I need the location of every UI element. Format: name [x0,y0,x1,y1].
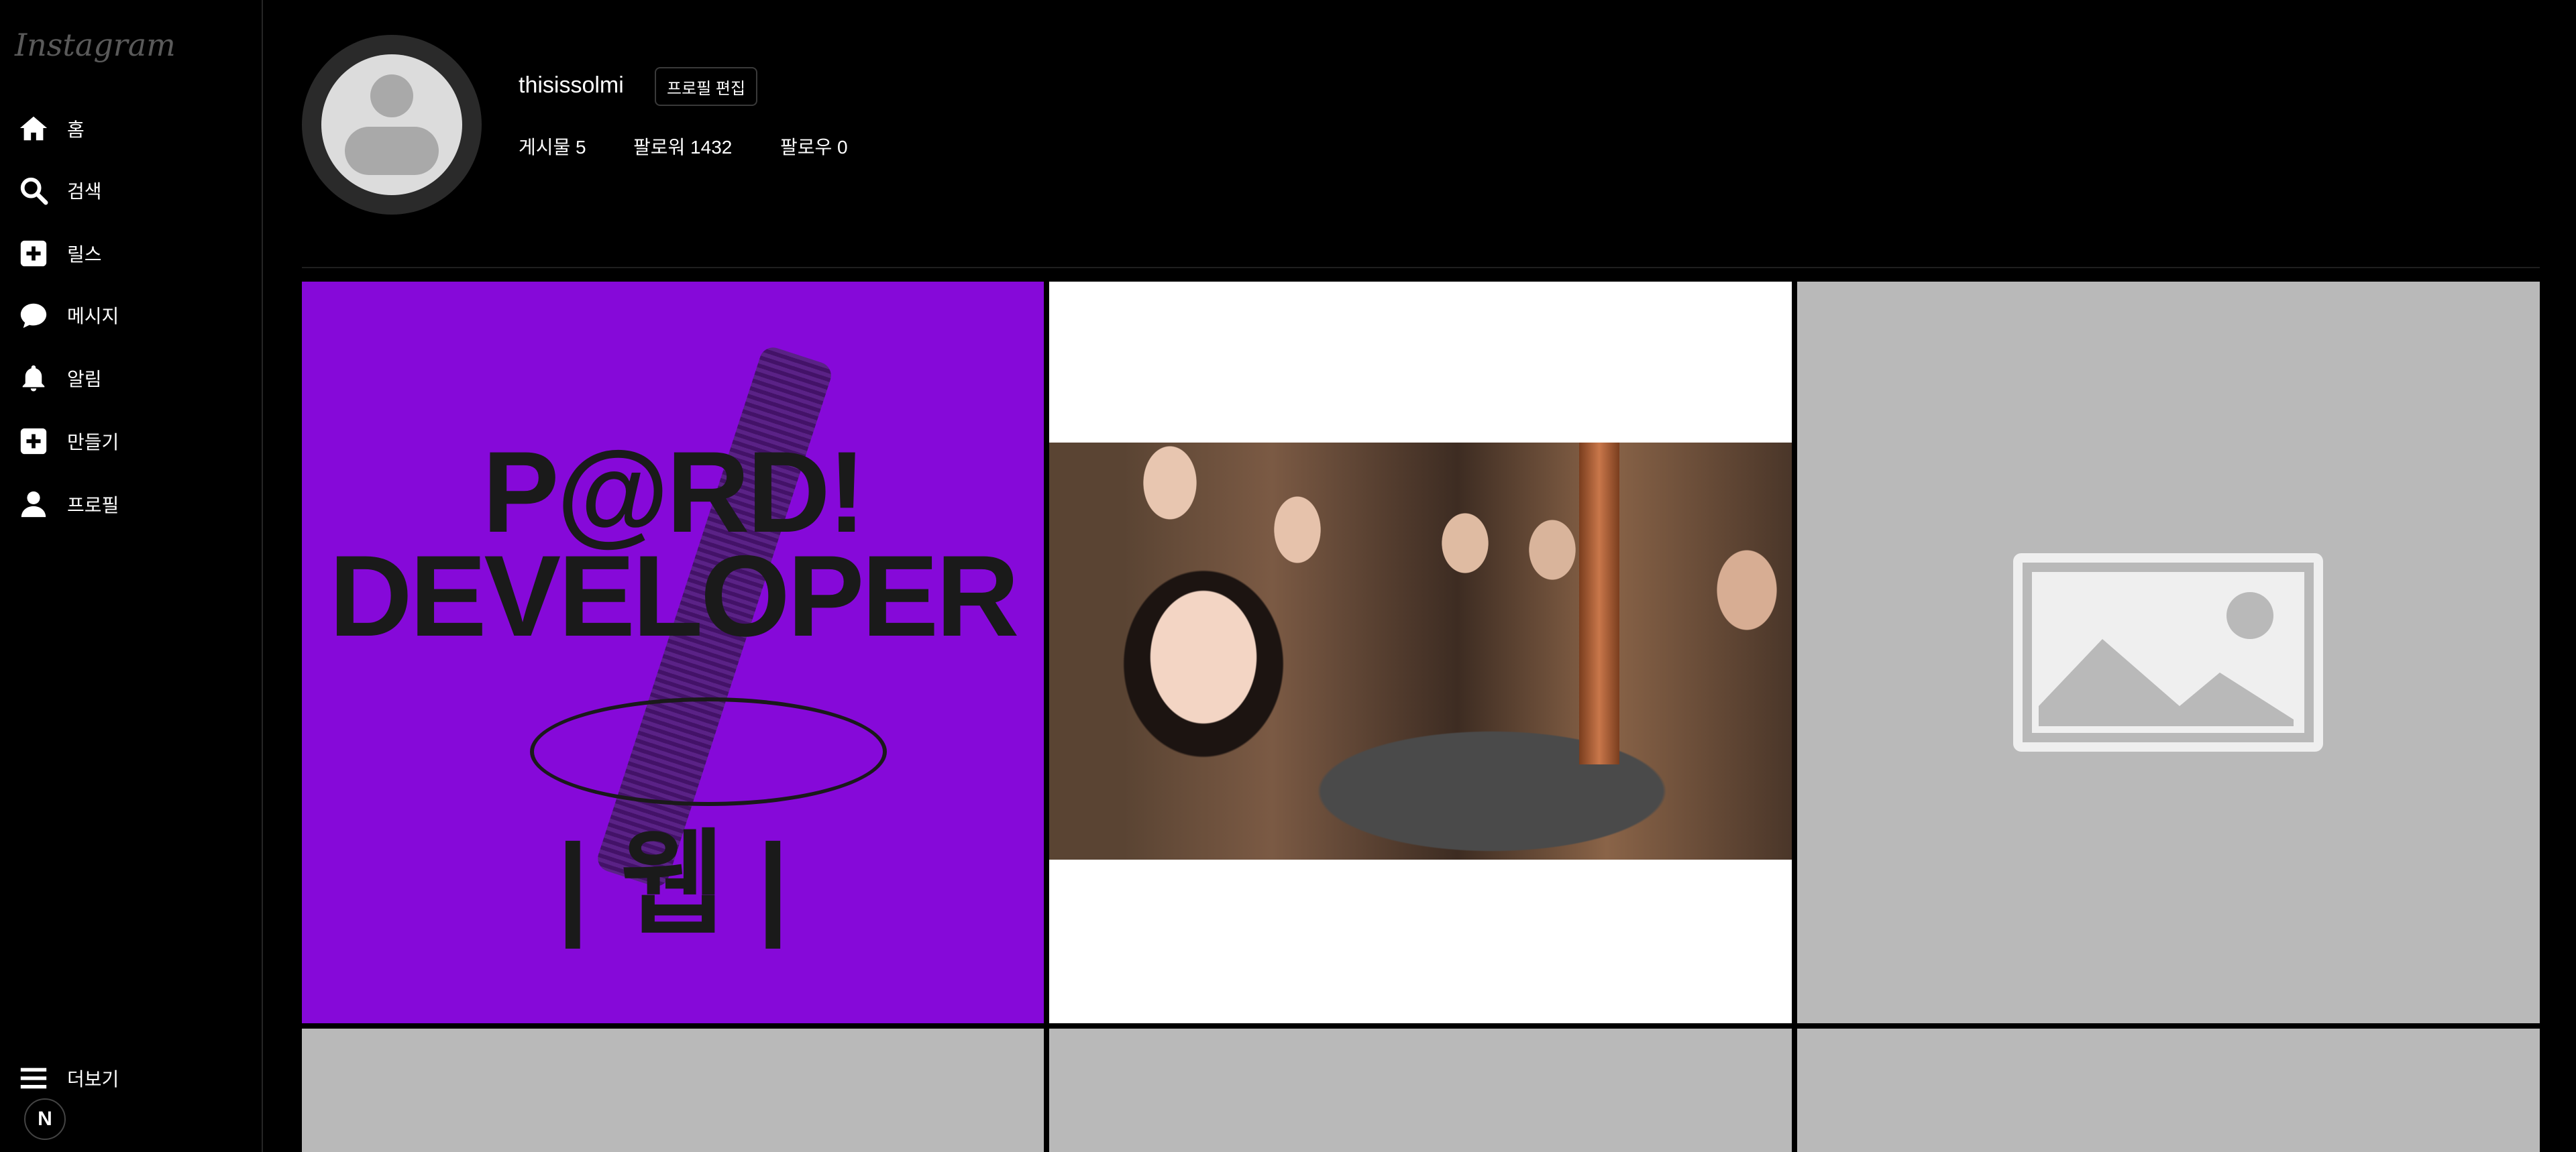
divider [302,267,2540,268]
edit-profile-button[interactable]: 프로필 편집 [655,67,758,106]
sidebar-item-label: 홈 [67,119,85,140]
home-icon [17,113,50,145]
bell-icon [17,362,50,394]
sidebar-item-more[interactable]: 더보기 [17,1058,119,1098]
plus-square-icon [17,425,50,457]
sidebar-item-search[interactable]: 검색 [17,170,102,211]
sidebar-item-create[interactable]: 만들기 [17,421,119,461]
sidebar-item-label: 더보기 [67,1069,119,1090]
sidebar-item-label: 프로필 [67,495,119,516]
default-avatar-icon [321,54,462,195]
post-tile[interactable] [1049,1029,1792,1152]
sidebar-item-label: 알림 [67,369,102,390]
post-tile[interactable] [302,1029,1044,1152]
sidebar-item-label: 릴스 [67,244,102,265]
profile-username: thisissolmi [519,72,624,98]
post-tile[interactable] [1797,282,2540,1023]
followers-count[interactable]: 팔로워 1432 [633,133,732,160]
sidebar-item-label: 검색 [67,181,102,202]
avatar[interactable] [302,35,482,215]
sidebar-item-profile[interactable]: 프로필 [17,484,119,524]
instagram-logo[interactable]: Instagram [15,27,176,63]
menu-icon [17,1062,50,1094]
plus-square-icon [17,237,50,270]
poster-title-line: DEVELOPER [329,532,1020,660]
sidebar-item-label: 메시지 [67,306,119,327]
user-icon [17,488,50,520]
image-placeholder-icon [2013,553,2323,752]
sidebar-item-messages[interactable]: 메시지 [17,295,119,335]
dev-badge[interactable]: N [24,1098,66,1140]
group-photo [1049,443,1792,860]
posts-count: 게시물 5 [519,137,586,158]
photo-pillar [1579,443,1619,764]
sidebar-item-notifications[interactable]: 알림 [17,358,102,398]
sidebar-item-label: 만들기 [67,432,119,453]
sidebar: Instagram 홈 검색 릴스 메시지 알림 만들기 프로필 더보기 N [0,0,263,1152]
sidebar-item-home[interactable]: 홈 [17,109,85,149]
post-tile[interactable] [1049,282,1792,1023]
search-icon [17,174,50,207]
following-count[interactable]: 팔로우 0 [780,133,848,160]
poster-subtitle: | 웹 | [557,821,789,948]
post-tile[interactable]: P@RD! DEVELOPER | 웹 | [302,282,1044,1023]
chat-bubble-icon [17,299,50,331]
post-tile[interactable] [1797,1029,2540,1152]
sidebar-item-reels[interactable]: 릴스 [17,233,102,274]
poster-swirl-graphic [530,697,887,806]
